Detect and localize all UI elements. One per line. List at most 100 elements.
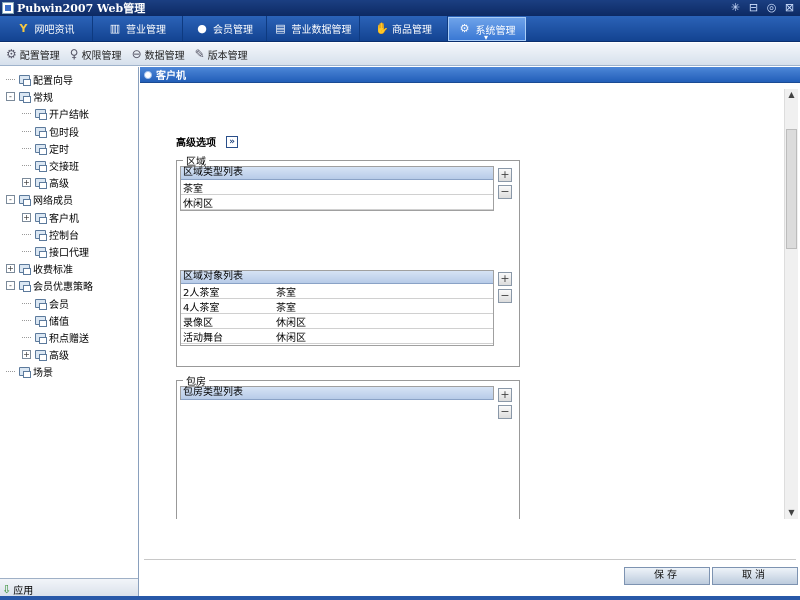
tree-node[interactable]: 交接班 bbox=[0, 157, 138, 174]
scroll-thumb[interactable] bbox=[786, 129, 797, 249]
config-tree: 配置向导 - 常规 开户结帐 包时段 定时 交接班 + 高级 - 网络成员 + 客户机 控制台 接口代理 + 收… bbox=[0, 67, 138, 575]
table-row[interactable]: 录像区 休闲区 bbox=[181, 314, 493, 329]
expand-icon[interactable]: + bbox=[22, 212, 31, 222]
table-cell: 4人茶室 bbox=[183, 302, 220, 314]
tree-node[interactable]: + 高级 bbox=[0, 174, 138, 191]
tree-node[interactable]: - 常规 bbox=[0, 88, 138, 105]
expand-advanced-button[interactable]: » bbox=[226, 135, 238, 148]
tree-node[interactable]: - 网络成员 bbox=[0, 191, 138, 208]
remove-room-type-button[interactable]: − bbox=[498, 405, 512, 419]
subnav-data[interactable]: ⊖ 数据管理 bbox=[132, 47, 185, 62]
tree-connector bbox=[6, 79, 15, 81]
tree-node-label: 储值 bbox=[49, 316, 69, 328]
main-nav: Y 网吧资讯 ▥ 营业管理 ● 会员管理 ▤ 营业数据管理 ✋ 商品管理 ⚙ 系… bbox=[0, 16, 800, 42]
save-button[interactable]: 保存 bbox=[624, 567, 710, 585]
window-title: Pubwin2007 Web管理 bbox=[17, 2, 146, 15]
expand-icon[interactable]: + bbox=[22, 178, 31, 188]
tree-node[interactable]: + 收费标准 bbox=[0, 260, 138, 277]
refresh-icon[interactable]: ◎ bbox=[765, 1, 778, 14]
remove-region-object-button[interactable]: − bbox=[498, 289, 512, 303]
tree-node[interactable]: 包时段 bbox=[0, 123, 138, 140]
tab-members[interactable]: ● 会员管理 bbox=[183, 16, 267, 41]
key-icon: ♀ bbox=[69, 47, 79, 61]
list-cell: 茶室 bbox=[183, 183, 203, 195]
tree-node[interactable]: 控制台 bbox=[0, 226, 138, 243]
tree-node[interactable]: + 客户机 bbox=[0, 209, 138, 226]
remove-region-type-button[interactable]: − bbox=[498, 185, 512, 199]
region-object-list-header: 区域对象列表 bbox=[181, 271, 493, 284]
expand-icon[interactable]: + bbox=[22, 350, 31, 360]
sub-toolbar: ⚙ 配置管理 ♀ 权限管理 ⊖ 数据管理 ✎ 版本管理 bbox=[0, 43, 800, 66]
settings-node-icon bbox=[34, 108, 47, 121]
scroll-down-icon[interactable]: ▼ bbox=[785, 507, 798, 519]
tree-node-label: 开户结帐 bbox=[49, 110, 89, 122]
tab-business-data[interactable]: ▤ 营业数据管理 bbox=[267, 16, 360, 41]
collapse-icon[interactable]: - bbox=[6, 195, 15, 205]
expand-icon[interactable]: + bbox=[6, 264, 15, 274]
table-cell: 录像区 bbox=[183, 317, 213, 329]
settings-node-icon bbox=[34, 229, 47, 241]
scroll-up-icon[interactable]: ▲ bbox=[785, 89, 798, 101]
tree-connector bbox=[22, 165, 31, 167]
tree-node-label: 收费标准 bbox=[33, 265, 73, 277]
table-row[interactable]: 活动舞台 休闲区 bbox=[181, 329, 493, 344]
collapse-icon[interactable]: - bbox=[6, 92, 15, 102]
tab-products[interactable]: ✋ 商品管理 bbox=[360, 16, 448, 41]
tree-connector bbox=[6, 371, 15, 373]
cancel-button[interactable]: 取消 bbox=[712, 567, 798, 585]
region-type-list[interactable]: 区域类型列表 茶室 休闲区 bbox=[180, 166, 494, 211]
tree-node[interactable]: 配置向导 bbox=[0, 71, 138, 88]
room-type-list-header: 包房类型列表 bbox=[181, 387, 493, 400]
tree-node[interactable]: 场景 bbox=[0, 363, 138, 380]
subnav-label: 配置管理 bbox=[19, 50, 60, 62]
tree-node-label: 包时段 bbox=[49, 127, 79, 139]
tree-connector bbox=[22, 319, 31, 321]
subnav-version[interactable]: ✎ 版本管理 bbox=[195, 47, 248, 62]
settings-node-icon bbox=[34, 212, 47, 224]
tree-connector bbox=[22, 233, 31, 235]
table-cell: 休闲区 bbox=[276, 332, 306, 344]
minimize-icon[interactable]: ⊟ bbox=[747, 1, 760, 14]
settings-node-icon bbox=[34, 160, 47, 173]
tree-node[interactable]: 开户结帐 bbox=[0, 105, 138, 122]
region-type-list-header: 区域类型列表 bbox=[181, 167, 493, 180]
tree-node[interactable]: 会员 bbox=[0, 294, 138, 311]
subnav-config[interactable]: ⚙ 配置管理 bbox=[6, 47, 60, 62]
settings-node-icon bbox=[34, 143, 47, 155]
table-row[interactable]: 4人茶室 茶室 bbox=[181, 299, 493, 314]
tree-node[interactable]: 储值 bbox=[0, 312, 138, 329]
subnav-permission[interactable]: ♀ 权限管理 bbox=[70, 47, 122, 62]
vertical-scrollbar[interactable]: ▲ ▼ bbox=[784, 89, 798, 519]
close-icon[interactable]: ⊠ bbox=[783, 1, 796, 14]
tab-business[interactable]: ▥ 营业管理 bbox=[93, 16, 183, 41]
room-type-list[interactable]: 包房类型列表 bbox=[180, 386, 494, 400]
collapse-icon[interactable]: - bbox=[6, 281, 15, 291]
advanced-options-label: 高级选项 bbox=[176, 138, 216, 149]
gear-icon: ⚙ bbox=[6, 47, 17, 61]
tree-node[interactable]: 积点赠送 bbox=[0, 329, 138, 346]
add-room-type-button[interactable]: + bbox=[498, 388, 512, 402]
add-region-type-button[interactable]: + bbox=[498, 168, 512, 182]
tab-news[interactable]: Y 网吧资讯 bbox=[0, 16, 93, 41]
settings-scroll-area[interactable]: 高级选项 » 区域 区域类型列表 茶室 休闲区 + − 区域对象列表 2人茶室 … bbox=[140, 89, 798, 519]
tree-node-label: 网络成员 bbox=[33, 196, 73, 208]
tree-node[interactable]: 定时 bbox=[0, 140, 138, 157]
list-item[interactable]: 休闲区 bbox=[181, 195, 493, 210]
add-region-object-button[interactable]: + bbox=[498, 272, 512, 286]
tree-node-label: 配置向导 bbox=[33, 76, 73, 88]
list-item[interactable]: 茶室 bbox=[181, 180, 493, 195]
table-row[interactable]: 2人茶室 茶室 bbox=[181, 284, 493, 299]
title-bar: Pubwin2007 Web管理 ✳ ⊟ ◎ ⊠ bbox=[0, 0, 800, 16]
list-cell: 休闲区 bbox=[183, 198, 213, 210]
snowflake-icon[interactable]: ✳ bbox=[729, 1, 742, 14]
tree-node[interactable]: + 高级 bbox=[0, 346, 138, 363]
tree-node-label: 接口代理 bbox=[49, 247, 89, 259]
table-cell: 茶室 bbox=[276, 287, 296, 299]
user-icon: ● bbox=[197, 21, 207, 35]
table-cell: 2人茶室 bbox=[183, 287, 220, 299]
tree-node[interactable]: 接口代理 bbox=[0, 243, 138, 260]
tab-system[interactable]: ⚙ 系统管理 bbox=[448, 17, 526, 42]
tree-node[interactable]: - 会员优惠策略 bbox=[0, 277, 138, 294]
tab-label: 系统管理 bbox=[475, 25, 516, 37]
region-object-list[interactable]: 区域对象列表 2人茶室 茶室 4人茶室 茶室 录像区 休闲区 活动舞台 休闲区 bbox=[180, 270, 494, 346]
